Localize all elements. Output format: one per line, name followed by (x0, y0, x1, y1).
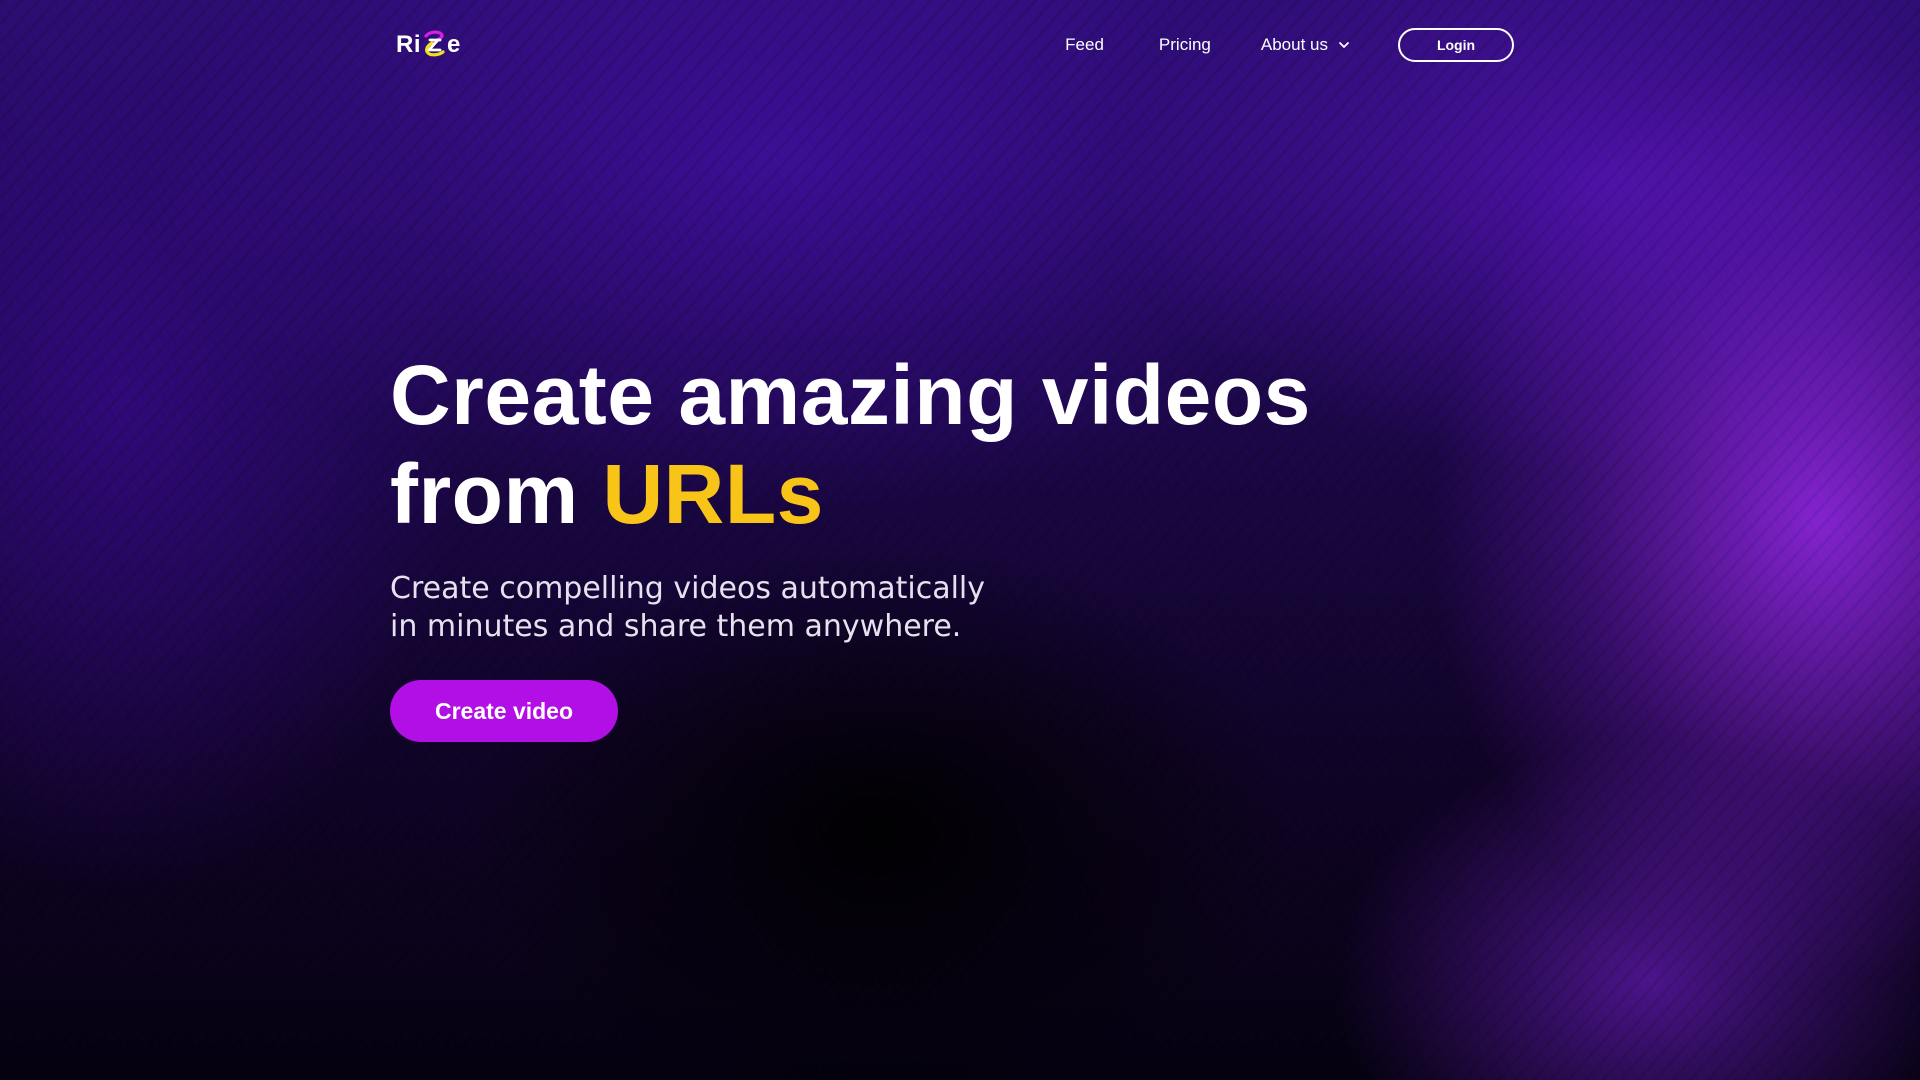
nav-feed-link[interactable]: Feed (1065, 35, 1104, 55)
create-video-button[interactable]: Create video (390, 680, 618, 742)
hero-title-line2-prefix: from (390, 447, 603, 541)
nav-about-label: About us (1260, 35, 1328, 54)
hero-title-accent: URLs (602, 447, 824, 541)
chevron-down-icon (1339, 42, 1349, 48)
site-header: Ri e Feed Pricing About us Login (390, 22, 1514, 68)
hero-title-line1: Create amazing videos (390, 348, 1311, 442)
hero-title: Create amazing videos from URLs (390, 346, 1490, 544)
hero-section: Create amazing videos from URLs Create c… (390, 346, 1490, 742)
rizzle-logo[interactable]: Ri e (396, 26, 461, 64)
nav-about-dropdown[interactable]: About us (1261, 35, 1350, 55)
hero-subtitle-line2: in minutes and share them anywhere. (390, 609, 962, 644)
logo-text-left: Ri (396, 31, 421, 58)
main-nav: Feed Pricing About us Login (1065, 22, 1514, 68)
rizzle-z-swirl-icon (424, 30, 445, 57)
hero-subtitle-line1: Create compelling videos automatically (390, 571, 986, 606)
login-button[interactable]: Login (1398, 28, 1514, 62)
logo-text-right: e (447, 31, 461, 58)
hero-subtitle: Create compelling videos automatically i… (390, 570, 1090, 646)
nav-pricing-link[interactable]: Pricing (1159, 35, 1211, 55)
